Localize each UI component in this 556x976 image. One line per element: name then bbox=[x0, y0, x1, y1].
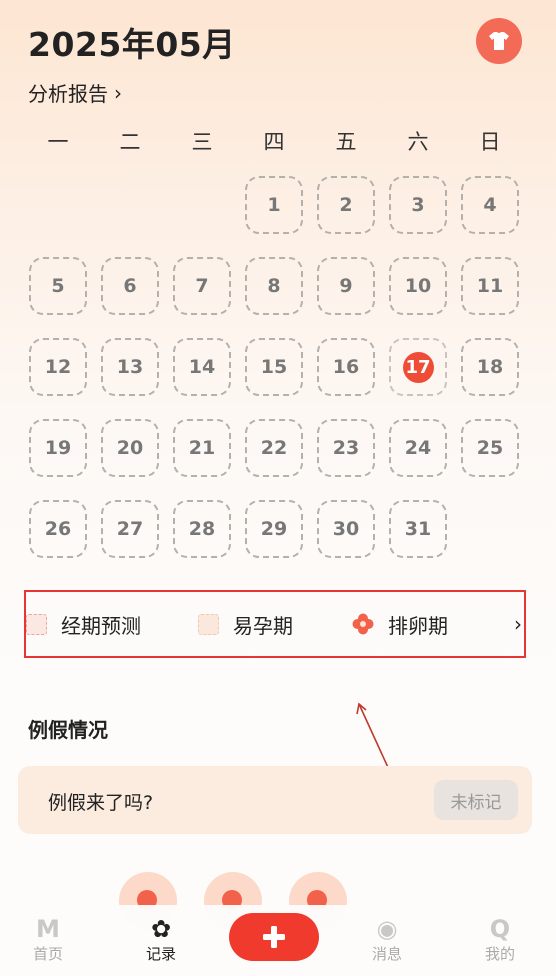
legend-bar: 经期预测 易孕期 排卵期 › bbox=[24, 590, 526, 658]
tab-profile[interactable]: Q 我的 bbox=[465, 915, 535, 964]
home-m-icon: M bbox=[36, 915, 60, 943]
calendar-day-5[interactable]: 5 bbox=[29, 257, 87, 315]
calendar-day-8[interactable]: 8 bbox=[245, 257, 303, 315]
profile-q-icon: Q bbox=[489, 915, 511, 943]
unmarked-button[interactable]: 未标记 bbox=[434, 780, 518, 820]
period-square-icon bbox=[26, 613, 47, 635]
calendar-day-10[interactable]: 10 bbox=[389, 257, 447, 315]
chevron-right-icon: › bbox=[114, 80, 122, 105]
calendar-day-26[interactable]: 26 bbox=[29, 500, 87, 558]
calendar-day-29[interactable]: 29 bbox=[245, 500, 303, 558]
calendar-day-30[interactable]: 30 bbox=[317, 500, 375, 558]
period-section-title: 例假情况 bbox=[28, 718, 108, 742]
calendar-day-1[interactable]: 1 bbox=[245, 176, 303, 234]
calendar-day-24[interactable]: 24 bbox=[389, 419, 447, 477]
weekday-label: 六 bbox=[407, 130, 429, 154]
weekday-label: 四 bbox=[263, 130, 285, 154]
calendar-day-20[interactable]: 20 bbox=[101, 419, 159, 477]
plus-icon bbox=[263, 926, 285, 948]
weekday-label: 二 bbox=[119, 130, 141, 154]
calendar-day-17[interactable]: 17 bbox=[389, 338, 447, 396]
avatar[interactable] bbox=[476, 18, 522, 64]
add-record-button[interactable] bbox=[229, 913, 319, 961]
tab-label: 首页 bbox=[32, 945, 63, 963]
calendar-day-3[interactable]: 3 bbox=[389, 176, 447, 234]
calendar-day-28[interactable]: 28 bbox=[173, 500, 231, 558]
analysis-report-label: 分析报告 bbox=[28, 82, 108, 106]
calendar-day-27[interactable]: 27 bbox=[101, 500, 159, 558]
tab-messages[interactable]: ◉ 消息 bbox=[352, 915, 422, 964]
calendar-day-16[interactable]: 16 bbox=[317, 338, 375, 396]
period-question: 例假来了吗? bbox=[48, 792, 154, 814]
calendar-day-23[interactable]: 23 bbox=[317, 419, 375, 477]
calendar-day-19[interactable]: 19 bbox=[29, 419, 87, 477]
calendar-day-15[interactable]: 15 bbox=[245, 338, 303, 396]
period-card: 例假来了吗? 未标记 bbox=[18, 766, 532, 834]
weekday-label: 三 bbox=[191, 130, 213, 154]
calendar-day-22[interactable]: 22 bbox=[245, 419, 303, 477]
calendar-day-12[interactable]: 12 bbox=[29, 338, 87, 396]
calendar-day-11[interactable]: 11 bbox=[461, 257, 519, 315]
legend-more-chevron-icon[interactable]: › bbox=[514, 612, 522, 636]
tab-label: 我的 bbox=[484, 945, 515, 963]
weekday-label: 一 bbox=[47, 130, 69, 154]
calendar-day-7[interactable]: 7 bbox=[173, 257, 231, 315]
weekday-label: 日 bbox=[479, 130, 501, 154]
tab-home[interactable]: M 首页 bbox=[13, 915, 83, 964]
fertile-square-icon bbox=[198, 613, 219, 635]
message-icon: ◉ bbox=[376, 915, 398, 943]
weekday-label: 五 bbox=[335, 130, 357, 154]
calendar-day-4[interactable]: 4 bbox=[461, 176, 519, 234]
calendar-day-25[interactable]: 25 bbox=[461, 419, 519, 477]
tab-record[interactable]: ✿ 记录 bbox=[126, 915, 196, 964]
weekday-header: 一二三四五六日 bbox=[22, 126, 526, 156]
legend-label: 排卵期 bbox=[388, 613, 448, 638]
today-marker: 17 bbox=[402, 351, 434, 383]
calendar-day-14[interactable]: 14 bbox=[173, 338, 231, 396]
tab-label: 消息 bbox=[371, 945, 402, 963]
legend-item-ovulation[interactable]: 排卵期 bbox=[352, 610, 448, 639]
tab-label: 记录 bbox=[145, 945, 176, 963]
calendar-day-31[interactable]: 31 bbox=[389, 500, 447, 558]
analysis-report-link[interactable]: 分析报告 › bbox=[28, 78, 122, 107]
calendar-day-21[interactable]: 21 bbox=[173, 419, 231, 477]
calendar-day-9[interactable]: 9 bbox=[317, 257, 375, 315]
calendar-day-6[interactable]: 6 bbox=[101, 257, 159, 315]
calendar-day-13[interactable]: 13 bbox=[101, 338, 159, 396]
ovulation-flower-icon bbox=[352, 613, 374, 635]
record-flower-icon: ✿ bbox=[150, 915, 172, 943]
legend-item-period[interactable]: 经期预测 bbox=[26, 610, 141, 639]
legend-label: 易孕期 bbox=[233, 613, 293, 638]
calendar-day-18[interactable]: 18 bbox=[461, 338, 519, 396]
shirt-icon bbox=[489, 32, 509, 50]
legend-label: 经期预测 bbox=[61, 613, 141, 638]
calendar-day-2[interactable]: 2 bbox=[317, 176, 375, 234]
page-title: 2025年05月 bbox=[28, 25, 236, 64]
legend-item-fertile[interactable]: 易孕期 bbox=[198, 610, 293, 639]
